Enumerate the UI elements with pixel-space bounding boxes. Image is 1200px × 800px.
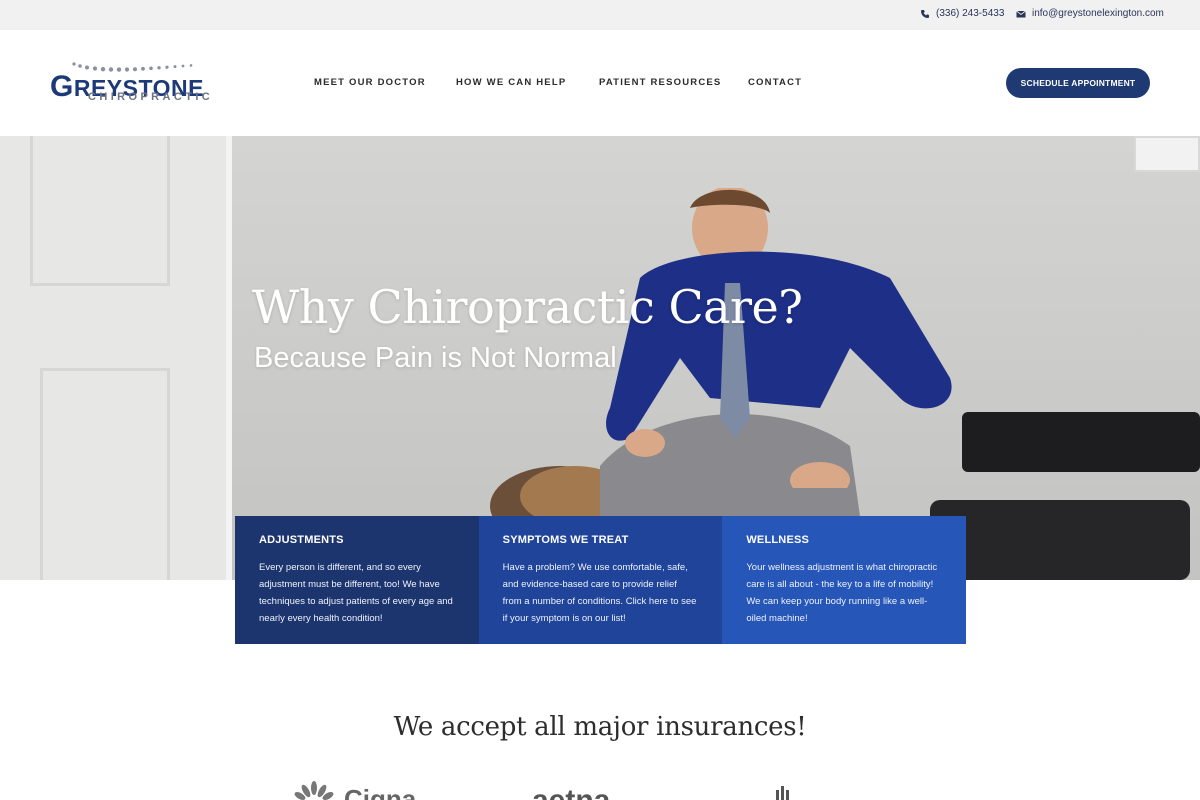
phone-number: (336) 243-5433: [936, 8, 1005, 19]
card-title: WELLNESS: [746, 534, 810, 546]
insurance-heading: We accept all major insurances!: [393, 712, 807, 742]
card-adjustments[interactable]: ADJUSTMENTS Every person is different, a…: [235, 516, 479, 644]
greystone-logo[interactable]: GREYSTONE CHIROPRACTIC: [48, 60, 223, 108]
card-body: Your wellness adjustment is what chiropr…: [746, 562, 938, 624]
hero-banner: Why Chiropractic Care? Because Pain is N…: [0, 136, 1200, 580]
logo-subtitle: CHIROPRACTIC: [88, 91, 214, 103]
card-symptoms-we-treat[interactable]: SYMPTOMS WE TREAT Have a problem? We use…: [478, 516, 723, 644]
insurance-logo-partial: [770, 774, 800, 800]
nav-contact[interactable]: CONTACT: [748, 77, 802, 88]
svg-text:Cigna: Cigna: [344, 784, 417, 800]
card-wellness[interactable]: WELLNESS Your wellness adjustment is wha…: [722, 516, 967, 644]
envelope-icon: [1016, 10, 1026, 17]
hero-subtitle: Because Pain is Not Normal: [254, 342, 617, 374]
cigna-logo: Cigna: [292, 774, 432, 800]
nav-patient-resources[interactable]: PATIENT RESOURCES: [599, 77, 721, 88]
card-body: Have a problem? We use comfortable, safe…: [502, 562, 697, 624]
adjusting-table-headrest: [962, 412, 1200, 472]
feature-cards: ADJUSTMENTS Every person is different, a…: [235, 516, 967, 644]
adjusting-table-base: [930, 500, 1190, 580]
schedule-appointment-button[interactable]: SCHEDULE APPOINTMENT: [1006, 68, 1150, 98]
hero-title: Why Chiropractic Care?: [252, 280, 803, 334]
phone-link[interactable]: (336) 243-5433: [920, 8, 1004, 19]
hero-door-illustration: [0, 136, 232, 580]
door-panel-bottom: [40, 368, 170, 580]
cigna-tree-icon: Cigna: [294, 781, 417, 800]
aetna-logo: aetna: [532, 774, 672, 800]
doctor-illustration: [606, 188, 952, 488]
phone-icon: [921, 9, 929, 18]
card-body: Every person is different, and so every …: [259, 562, 453, 624]
door-panel-top: [30, 136, 170, 286]
card-title: ADJUSTMENTS: [259, 534, 344, 546]
nav-meet-our-doctor[interactable]: MEET OUR DOCTOR: [314, 77, 426, 88]
wall-quote-frame: [1134, 136, 1200, 172]
card-title: SYMPTOMS WE TREAT: [502, 534, 629, 546]
contact-bar: (336) 243-5433 info@greystonelexington.c…: [0, 0, 1200, 30]
site-header: GREYSTONE CHIROPRACTIC MEET OUR DOCTOR H…: [0, 30, 1200, 136]
nav-how-we-can-help[interactable]: HOW WE CAN HELP: [456, 77, 566, 88]
email-address: info@greystonelexington.com: [1032, 8, 1164, 19]
svg-text:aetna: aetna: [532, 784, 611, 800]
email-link[interactable]: info@greystonelexington.com: [1016, 8, 1164, 19]
